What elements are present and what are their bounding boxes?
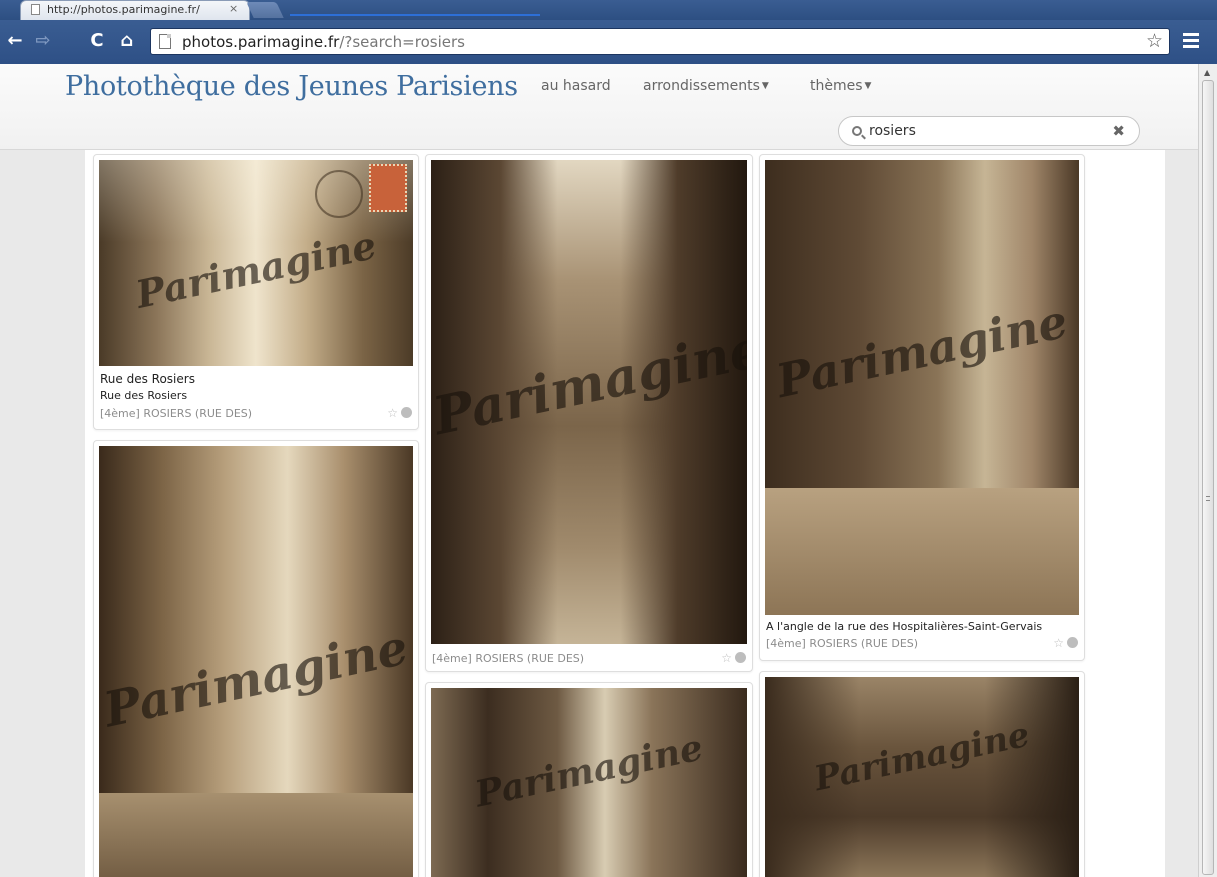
photo-image[interactable]: Parimagine [765, 677, 1079, 877]
results-grid: Parimagine Rue des Rosiers Rue des Rosie… [85, 150, 1165, 877]
page-scrollbar[interactable]: ▲ [1198, 64, 1217, 877]
clear-search-icon[interactable]: ✖ [1112, 122, 1125, 140]
site-header: Photothèque des Jeunes Parisiens au hasa… [0, 64, 1198, 150]
photo-card[interactable]: Parimagine A l'angle de la rue des Hospi… [759, 154, 1085, 661]
address-bar[interactable]: photos.parimagine.fr/?search=rosiers ☆ [150, 28, 1170, 55]
favorite-star-icon[interactable]: ☆ [1053, 636, 1064, 650]
new-tab-button[interactable] [246, 2, 284, 18]
favorite-star-icon[interactable]: ☆ [387, 406, 398, 420]
card-actions: ☆ [1053, 636, 1078, 650]
close-tab-icon[interactable]: × [229, 2, 238, 15]
scroll-thumb[interactable] [1202, 80, 1214, 875]
link-underline [290, 2, 540, 16]
postage-stamp [369, 164, 407, 212]
page-icon [159, 34, 171, 49]
photo-card[interactable]: Parimagine Rue des Rosiers Rue des Rosie… [93, 154, 419, 430]
photo-card[interactable]: Parimagine [759, 671, 1085, 877]
page-viewport: Photothèque des Jeunes Parisiens au hasa… [0, 64, 1217, 877]
grip-icon [1206, 496, 1210, 501]
search-input[interactable] [869, 121, 1109, 141]
forward-icon[interactable]: ⇨ [32, 30, 54, 52]
photo-image[interactable]: Parimagine [99, 446, 413, 877]
home-icon[interactable]: ⌂ [116, 30, 138, 52]
card-location[interactable]: [4ème] ROSIERS (RUE DES) [766, 637, 918, 650]
photo-card[interactable]: Parimagine [4ème] ROSIERS (RUE DES) ☆ [425, 154, 753, 672]
search-icon [852, 126, 862, 136]
back-icon[interactable]: ← [4, 30, 26, 52]
globe-icon[interactable] [401, 407, 412, 418]
card-actions: ☆ [387, 406, 412, 420]
page-favicon-icon [31, 4, 40, 15]
caret-down-icon: ▼ [864, 81, 872, 91]
reload-icon[interactable]: C [86, 30, 108, 52]
bookmark-star-icon[interactable]: ☆ [1146, 30, 1163, 52]
url-path: /?search=rosiers [339, 33, 465, 51]
card-location[interactable]: [4ème] ROSIERS (RUE DES) [432, 652, 584, 665]
photo-image[interactable]: Parimagine [765, 160, 1079, 615]
watermark-text: Parimagine [131, 221, 381, 317]
browser-tabstrip: http://photos.parimagine.fr/ × [0, 0, 1217, 20]
browser-menu-icon[interactable] [1183, 33, 1199, 49]
street-cobbles [99, 793, 413, 877]
favorite-star-icon[interactable]: ☆ [721, 651, 732, 665]
nav-random[interactable]: au hasard [541, 78, 611, 94]
photo-image[interactable]: Parimagine [99, 160, 413, 366]
card-subtitle: Rue des Rosiers [100, 389, 188, 402]
scroll-up-icon[interactable]: ▲ [1204, 68, 1210, 77]
nav-themes[interactable]: thèmes ▼ [810, 78, 871, 94]
photo-card[interactable]: Parimagine [93, 440, 419, 877]
card-title[interactable]: A l'angle de la rue des Hospitalières-Sa… [766, 620, 1042, 633]
card-actions: ☆ [721, 651, 746, 665]
nav-themes-label: thèmes [810, 78, 863, 94]
pavement [765, 487, 1079, 615]
browser-tab[interactable]: http://photos.parimagine.fr/ × [20, 0, 250, 20]
nav-districts[interactable]: arrondissements ▼ [643, 78, 769, 94]
watermark-text: Parimagine [99, 619, 413, 739]
site-brand[interactable]: Photothèque des Jeunes Parisiens [65, 71, 518, 102]
watermark-text: Parimagine [471, 725, 707, 816]
photo-image[interactable]: Parimagine [431, 160, 747, 644]
search-box: ✖ [838, 116, 1140, 146]
url-host: photos.parimagine.fr [182, 33, 340, 51]
browser-toolbar: ← ⇨ C ⌂ photos.parimagine.fr/?search=ros… [0, 20, 1217, 64]
photo-image[interactable]: Parimagine [431, 688, 747, 877]
globe-icon[interactable] [735, 652, 746, 663]
postmark [315, 170, 363, 218]
card-title[interactable]: Rue des Rosiers [100, 372, 195, 386]
card-location[interactable]: [4ème] ROSIERS (RUE DES) [100, 407, 252, 420]
photo-card[interactable]: Parimagine [425, 682, 753, 877]
globe-icon[interactable] [1067, 637, 1078, 648]
watermark-text: Parimagine [771, 293, 1073, 408]
url-text[interactable]: photos.parimagine.fr/?search=rosiers [182, 33, 465, 51]
nav-districts-label: arrondissements [643, 78, 760, 94]
tab-title: http://photos.parimagine.fr/ [47, 3, 200, 16]
caret-down-icon: ▼ [761, 81, 769, 91]
